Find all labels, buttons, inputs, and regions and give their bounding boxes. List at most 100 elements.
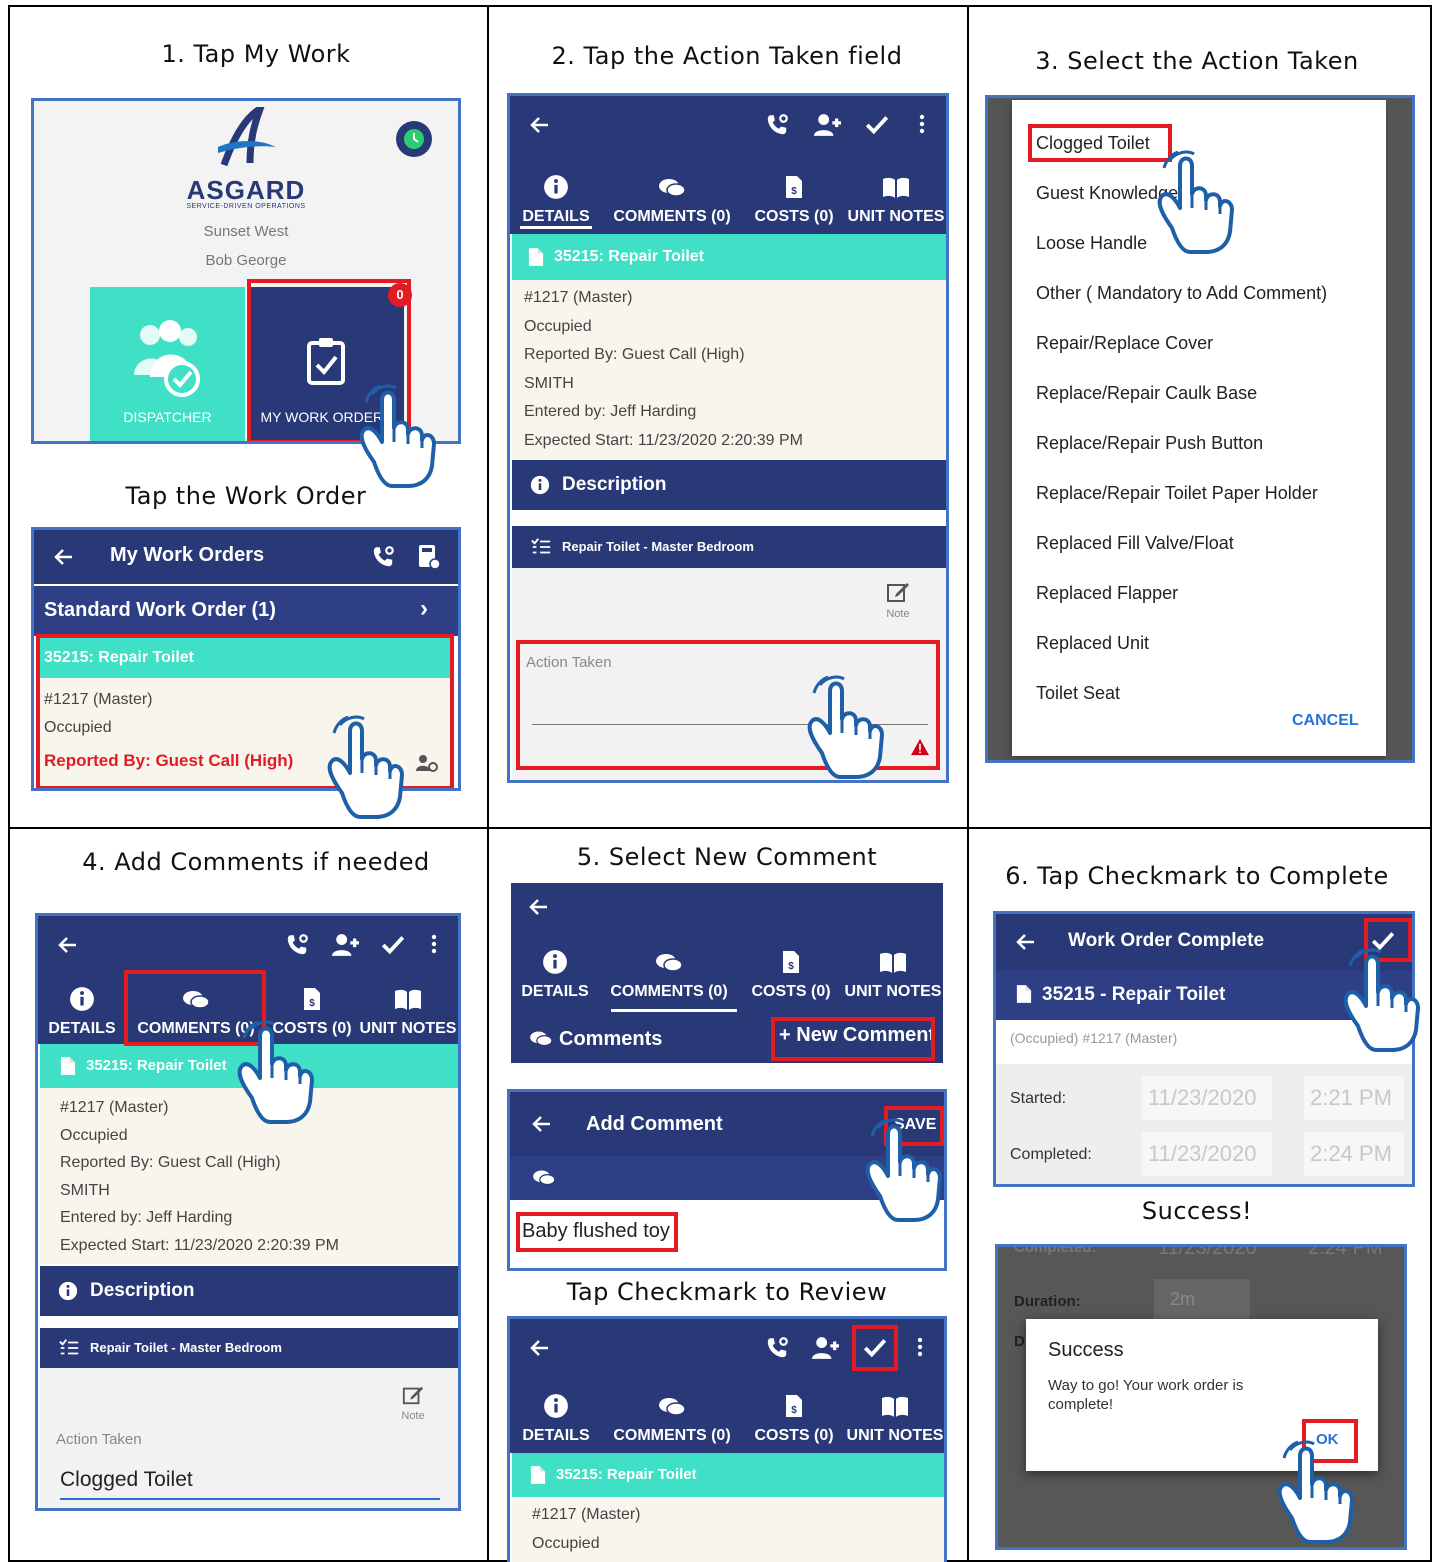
order-title: 35215: Repair Toilet [86, 1057, 227, 1074]
order-title: 35215: Repair Toilet [556, 1466, 697, 1483]
started-time-field[interactable]: 2:21 PM [1304, 1076, 1404, 1120]
note-label: Note [401, 1410, 425, 1422]
duration-value: 2m [1154, 1279, 1250, 1319]
menu-item-toilet-seat[interactable]: Toilet Seat [1012, 668, 1386, 718]
menu-item-repair-cover[interactable]: Repair/Replace Cover [1012, 318, 1386, 368]
back-arrow-icon[interactable] [1014, 930, 1038, 954]
menu-item-fill-valve[interactable]: Replaced Fill Valve/Float [1012, 518, 1386, 568]
more-vert-icon[interactable] [918, 112, 926, 136]
more-vert-icon[interactable] [916, 1335, 924, 1359]
detail-guest: SMITH [524, 374, 574, 392]
completed-date-field[interactable]: 11/23/2020 [1142, 1132, 1272, 1176]
tab-costs-label: COSTS (0) [751, 983, 831, 1000]
dimmed-background [988, 98, 1012, 760]
tab-comments-label: COMMENTS (0) [610, 983, 728, 1000]
chat-icon [532, 1168, 556, 1188]
calculator-icon[interactable] [418, 544, 440, 570]
back-arrow-icon[interactable] [528, 113, 552, 137]
tap-hand-icon [320, 715, 404, 819]
checkmark-icon[interactable] [864, 112, 890, 138]
tab-comments-label: COMMENTS (0) [613, 208, 731, 225]
bg-partial-label: D [1014, 1333, 1025, 1350]
comments-screenshot: DETAILS COMMENTS (0) COSTS (0) UNIT NOTE… [511, 883, 943, 1063]
dispatcher-icon [122, 317, 212, 407]
checkmark-icon[interactable] [380, 932, 406, 958]
divider [967, 7, 969, 1560]
property-name: Sunset West [203, 223, 289, 240]
order-title: 35215: Repair Toilet [554, 248, 704, 265]
times-panel: Started: 11/23/2020 2:21 PM Completed: 1… [996, 1064, 1412, 1184]
menu-item-paper-holder[interactable]: Replace/Repair Toilet Paper Holder [1012, 468, 1386, 518]
info-icon [542, 949, 568, 975]
back-arrow-icon[interactable] [56, 933, 80, 957]
tab-costs-label: COSTS (0) [754, 1427, 834, 1444]
step-5b-caption: Tap Checkmark to Review [566, 1278, 888, 1306]
note-edit-icon[interactable] [402, 1384, 424, 1406]
book-icon [879, 951, 907, 975]
add-user-icon[interactable] [330, 932, 362, 958]
menu-item-push-button[interactable]: Replace/Repair Push Button [1012, 418, 1386, 468]
tab-unit-notes[interactable]: UNIT NOTES [843, 941, 943, 1001]
back-arrow-icon[interactable] [528, 1336, 552, 1360]
phone-icon[interactable] [370, 544, 396, 570]
tab-costs[interactable]: COSTS (0) [742, 1377, 846, 1445]
dispatcher-tile[interactable]: DISPATCHER [90, 287, 245, 441]
back-arrow-icon[interactable] [530, 1112, 554, 1136]
menu-item-caulk-base[interactable]: Replace/Repair Caulk Base [1012, 368, 1386, 418]
tab-comments[interactable]: COMMENTS (0) [599, 941, 739, 1001]
phone-icon[interactable] [284, 932, 310, 958]
action-taken-value[interactable]: Clogged Toilet [60, 1468, 193, 1492]
tab-details-label: DETAILS [48, 1020, 116, 1037]
menu-item-replaced-unit[interactable]: Replaced Unit [1012, 618, 1386, 668]
back-arrow-icon[interactable] [527, 895, 551, 919]
step-4-caption: 4. Add Comments if needed [82, 848, 430, 876]
brand-tagline: SERVICE-DRIVEN OPERATIONS [186, 203, 306, 210]
add-user-icon[interactable] [810, 1335, 842, 1361]
description-header: Description [40, 1266, 458, 1316]
tab-costs[interactable]: COSTS (0) [739, 941, 843, 1001]
started-date-field[interactable]: 11/23/2020 [1142, 1076, 1272, 1120]
add-user-icon[interactable] [812, 112, 844, 138]
tab-details[interactable]: DETAILS [510, 154, 602, 226]
description-label: Description [90, 1280, 195, 1301]
completed-time-field[interactable]: 2:24 PM [1304, 1132, 1404, 1176]
invoice-icon [784, 1393, 804, 1419]
phone-icon[interactable] [764, 112, 790, 138]
dispatcher-label: DISPATCHER [123, 409, 212, 425]
tab-unit-notes[interactable]: UNIT NOTES [846, 154, 946, 226]
tab-bar: DETAILS COMMENTS (0) COSTS (0) UNIT NOTE… [510, 154, 946, 234]
group-row[interactable]: Standard Work Order (1) › [34, 586, 458, 636]
tab-unit-notes[interactable]: UNIT NOTES [358, 974, 458, 1038]
tap-hand-icon [352, 384, 436, 488]
tab-comments[interactable]: COMMENTS (0) [602, 1377, 742, 1445]
step-5-caption: 5. Select New Comment [576, 843, 878, 871]
info-icon [543, 174, 569, 200]
note-edit-icon[interactable] [886, 580, 910, 604]
tab-unit-notes-label: UNIT NOTES [359, 1020, 457, 1037]
order-title: 35215 - Repair Toilet [1042, 984, 1226, 1005]
cancel-button[interactable]: CANCEL [1292, 712, 1359, 730]
tab-details[interactable]: DETAILS [38, 974, 126, 1038]
action-taken-label: Action Taken [56, 1431, 142, 1448]
menu-item-other[interactable]: Other ( Mandatory to Add Comment) [1012, 268, 1386, 318]
tap-hand-icon [800, 675, 884, 779]
tab-costs[interactable]: COSTS (0) [742, 154, 846, 226]
clock-button[interactable] [396, 121, 432, 157]
tab-unit-notes[interactable]: UNIT NOTES [846, 1377, 944, 1445]
back-arrow-icon[interactable] [52, 545, 76, 569]
app-bar: My Work Orders [34, 530, 458, 584]
order-header: 35215: Repair Toilet [512, 1453, 944, 1497]
menu-item-flapper[interactable]: Replaced Flapper [1012, 568, 1386, 618]
tab-comments[interactable]: COMMENTS (0) [602, 154, 742, 226]
invoice-icon [784, 174, 804, 200]
tab-details[interactable]: DETAILS [511, 941, 599, 1001]
tab-details-label: DETAILS [522, 1427, 590, 1444]
tap-hand-icon [1150, 150, 1234, 254]
more-vert-icon[interactable] [430, 932, 438, 956]
tab-details[interactable]: DETAILS [510, 1377, 602, 1445]
note-label: Note [886, 608, 910, 620]
tab-unit-notes-label: UNIT NOTES [847, 208, 945, 225]
book-icon [882, 176, 910, 200]
phone-icon[interactable] [764, 1335, 790, 1361]
detail-guest: SMITH [60, 1181, 110, 1199]
